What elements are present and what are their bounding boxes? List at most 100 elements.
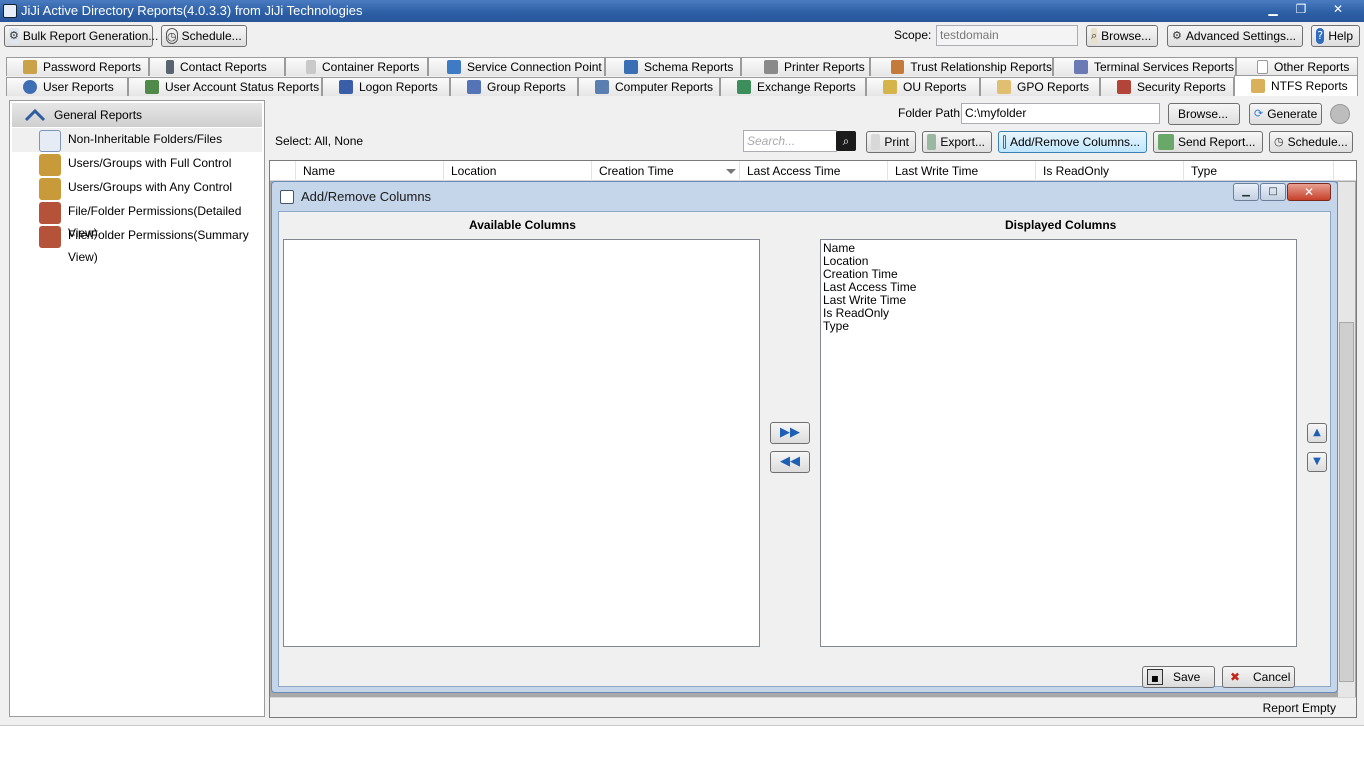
sidebar-item-users-full-control[interactable]: Users/Groups with Full Control xyxy=(12,152,262,176)
users-full-control-icon xyxy=(39,154,61,176)
tab-row-upper: Password Reports Contact Reports Contain… xyxy=(0,57,1364,76)
send-report-label: Send Report... xyxy=(1178,135,1256,149)
tab-password-reports[interactable]: Password Reports xyxy=(6,57,149,76)
tab-label: Exchange Reports xyxy=(757,80,856,94)
send-report-button[interactable]: Send Report... xyxy=(1153,131,1263,153)
scrollbar-thumb[interactable] xyxy=(1339,322,1354,682)
tab-trust-relationship-reports[interactable]: Trust Relationship Reports xyxy=(870,57,1053,76)
tab-printer-reports[interactable]: Printer Reports xyxy=(741,57,870,76)
columns-icon xyxy=(1003,135,1006,149)
report-schedule-label: Schedule... xyxy=(1287,135,1348,149)
column-header-is-readonly[interactable]: Is ReadOnly xyxy=(1036,161,1184,181)
chevron-up-icon xyxy=(24,108,46,122)
tab-label: User Reports xyxy=(43,80,114,94)
tab-logon-reports[interactable]: Logon Reports xyxy=(322,77,450,96)
tab-user-reports[interactable]: User Reports xyxy=(6,77,128,96)
generate-button[interactable]: ⟳ Generate xyxy=(1249,103,1322,125)
column-header-location[interactable]: Location xyxy=(444,161,592,181)
move-up-button[interactable]: ▲ xyxy=(1307,423,1327,443)
list-item[interactable]: Is ReadOnly xyxy=(821,307,1296,320)
available-columns-list[interactable] xyxy=(283,239,760,647)
general-reports-header[interactable]: General Reports xyxy=(12,103,262,127)
browse-icon: ⌕ xyxy=(1091,28,1098,44)
column-header-type[interactable]: Type xyxy=(1184,161,1334,181)
add-remove-columns-label: Add/Remove Columns... xyxy=(1009,135,1140,149)
tab-computer-reports[interactable]: Computer Reports xyxy=(578,77,720,96)
printer-icon xyxy=(871,134,881,150)
print-label: Print xyxy=(884,135,909,149)
vertical-scrollbar[interactable] xyxy=(1338,182,1355,697)
tab-user-account-status-reports[interactable]: User Account Status Reports xyxy=(128,77,322,96)
cancel-button[interactable]: ✖ Cancel xyxy=(1222,666,1295,688)
tab-other-reports[interactable]: Other Reports xyxy=(1236,57,1358,76)
sidebar-item-non-inheritable[interactable]: Non-Inheritable Folders/Files xyxy=(12,128,262,152)
tab-label: Group Reports xyxy=(487,80,566,94)
list-item[interactable]: Name xyxy=(821,242,1296,255)
column-header-creation-time[interactable]: Creation Time xyxy=(592,161,740,181)
export-button[interactable]: Export... xyxy=(922,131,992,153)
advanced-settings-button[interactable]: ⚙ Advanced Settings... xyxy=(1167,25,1303,47)
dialog-maximize-button[interactable]: □ xyxy=(1260,183,1286,201)
user-status-icon xyxy=(145,80,159,94)
sidebar-item-permissions-summary[interactable]: File/Folder Permissions(Summary View) xyxy=(12,224,262,264)
tab-schema-reports[interactable]: Schema Reports xyxy=(605,57,741,76)
maximize-button[interactable]: ❐ xyxy=(1288,0,1314,18)
window-controls: ▁ ❐ ✕ xyxy=(1258,0,1360,20)
tab-security-reports[interactable]: Security Reports xyxy=(1100,77,1234,96)
folder-browse-button[interactable]: Browse... xyxy=(1168,103,1240,125)
move-down-button[interactable]: ▼ xyxy=(1307,452,1327,472)
sidebar-item-permissions-detailed[interactable]: File/Folder Permissions(Detailed View) xyxy=(12,200,262,240)
save-label: Save xyxy=(1173,670,1201,684)
minimize-button[interactable]: ▁ xyxy=(1260,0,1286,18)
window-title: JiJi Active Directory Reports(4.0.3.3) f… xyxy=(21,3,363,18)
column-header-name[interactable]: Name xyxy=(296,161,444,181)
terminal-icon xyxy=(1074,60,1088,74)
print-button[interactable]: Print xyxy=(866,131,916,153)
scope-browse-button[interactable]: ⌕ Browse... xyxy=(1086,25,1158,47)
tab-ntfs-reports[interactable]: NTFS Reports xyxy=(1234,75,1358,96)
tab-label: Password Reports xyxy=(43,60,142,74)
tab-exchange-reports[interactable]: Exchange Reports xyxy=(720,77,866,96)
folder-path-label: Folder Path: xyxy=(898,106,964,120)
user-icon xyxy=(23,80,37,94)
displayed-columns-list[interactable]: Name Location Creation Time Last Access … xyxy=(820,239,1297,647)
tab-contact-reports[interactable]: Contact Reports xyxy=(149,57,285,76)
search-icon[interactable]: ⌕ xyxy=(836,131,856,151)
scope-input[interactable]: testdomain xyxy=(936,25,1078,46)
search-input[interactable]: Search... xyxy=(743,130,837,152)
stop-icon[interactable] xyxy=(1330,104,1350,124)
report-list-panel: General Reports Non-Inheritable Folders/… xyxy=(9,100,265,717)
report-schedule-button[interactable]: ◷ Schedule... xyxy=(1269,131,1353,153)
list-item[interactable]: Type xyxy=(821,320,1296,333)
column-header-last-write-time[interactable]: Last Write Time xyxy=(888,161,1036,181)
sidebar-item-users-any-control[interactable]: Users/Groups with Any Control xyxy=(12,176,262,200)
column-header-last-access-time[interactable]: Last Access Time xyxy=(740,161,888,181)
tab-service-connection-point[interactable]: Service Connection Point xyxy=(428,57,605,76)
ntfs-icon xyxy=(1251,79,1265,93)
cancel-x-icon: ✖ xyxy=(1229,670,1241,684)
save-button[interactable]: ▪ Save xyxy=(1142,666,1215,688)
dialog-close-button[interactable]: ✕ xyxy=(1287,183,1331,201)
close-button[interactable]: ✕ xyxy=(1316,0,1360,18)
select-all-none[interactable]: Select: All, None xyxy=(275,134,363,148)
add-remove-columns-button[interactable]: Add/Remove Columns... xyxy=(998,131,1147,153)
move-left-button[interactable]: ◀◀ xyxy=(770,451,810,473)
send-mail-icon xyxy=(1158,134,1174,150)
folder-path-input[interactable]: C:\myfolder xyxy=(961,103,1160,124)
tab-ou-reports[interactable]: OU Reports xyxy=(866,77,980,96)
tab-group-reports[interactable]: Group Reports xyxy=(450,77,578,96)
document-icon xyxy=(1257,60,1268,74)
gpo-icon xyxy=(997,80,1011,94)
schedule-button[interactable]: ◷ Schedule... xyxy=(161,25,247,47)
window-titlebar: JiJi Active Directory Reports(4.0.3.3) f… xyxy=(0,0,1364,22)
tab-label: Terminal Services Reports xyxy=(1094,60,1235,74)
bulk-report-button[interactable]: ⚙ Bulk Report Generation... xyxy=(4,25,158,47)
list-item[interactable]: Last Write Time xyxy=(821,294,1296,307)
help-button[interactable]: ? Help xyxy=(1311,25,1360,47)
move-right-button[interactable]: ▶▶ xyxy=(770,422,810,444)
satellite-icon xyxy=(447,60,461,74)
tab-container-reports[interactable]: Container Reports xyxy=(285,57,428,76)
tab-gpo-reports[interactable]: GPO Reports xyxy=(980,77,1100,96)
tab-terminal-services-reports[interactable]: Terminal Services Reports xyxy=(1053,57,1236,76)
dialog-minimize-button[interactable]: ▁ xyxy=(1233,183,1259,201)
